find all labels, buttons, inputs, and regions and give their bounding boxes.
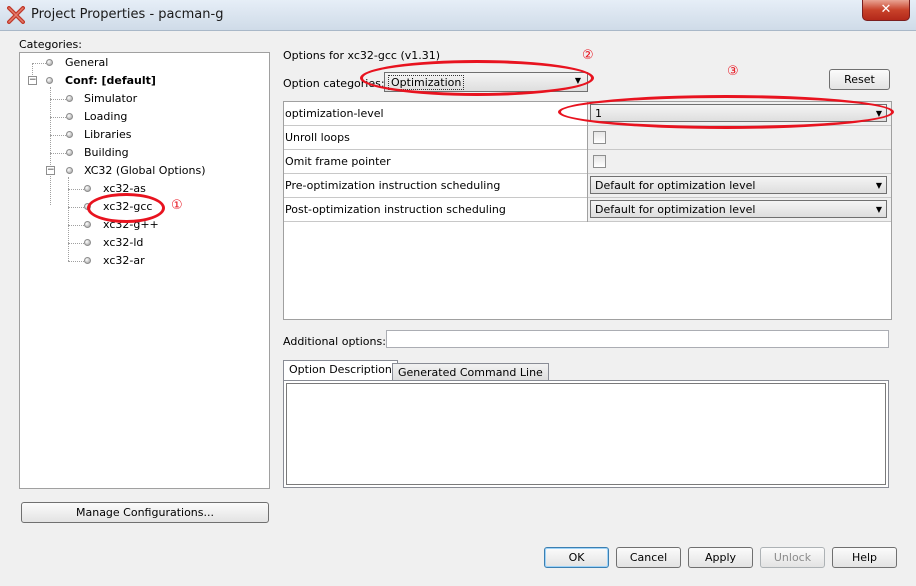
annotation-circle — [87, 193, 165, 223]
tree-item-xc32-ld[interactable]: xc32-ld — [103, 236, 143, 249]
tree-node-icon — [84, 185, 91, 192]
additional-options-label: Additional options: — [283, 335, 386, 348]
annotation-number: ① — [171, 198, 183, 213]
tree-node-icon — [66, 149, 73, 156]
netbeans-x-icon — [7, 6, 25, 24]
option-name: Unroll loops — [284, 126, 589, 150]
tab-option-description[interactable]: Option Description — [283, 360, 398, 381]
option-description-text — [286, 383, 886, 485]
cancel-button[interactable]: Cancel — [616, 547, 681, 568]
tree-node-icon — [66, 113, 73, 120]
unlock-button[interactable]: Unlock — [760, 547, 825, 568]
tree-item-simulator[interactable]: Simulator — [84, 92, 137, 105]
chevron-down-icon: ▼ — [875, 181, 882, 190]
tree-node-icon — [66, 167, 73, 174]
annotation-number: ③ — [727, 64, 739, 79]
tab-panel — [283, 380, 889, 488]
apply-button[interactable]: Apply — [688, 547, 753, 568]
option-name: Post-optimization instruction scheduling — [284, 198, 589, 222]
option-name: Pre-optimization instruction scheduling — [284, 174, 589, 198]
tree-node-icon — [66, 131, 73, 138]
tree-node-icon — [84, 221, 91, 228]
tree-node-icon — [66, 95, 73, 102]
option-name: Omit frame pointer — [284, 150, 589, 174]
tree-item-conf-default[interactable]: Conf: [default] — [65, 74, 156, 87]
manage-configurations-button[interactable]: Manage Configurations... — [21, 502, 269, 523]
window-title: Project Properties - pacman-g — [31, 7, 224, 22]
tree-node-icon — [46, 59, 53, 66]
close-window-button[interactable]: ✕ — [862, 0, 910, 21]
annotation-number: ② — [582, 48, 594, 63]
options-table: optimization-level 1 ▼ Unroll loops Omit… — [283, 101, 892, 320]
categories-tree[interactable]: General − Conf: [default] Simulator Load… — [19, 52, 270, 489]
unroll-loops-checkbox[interactable] — [593, 131, 606, 144]
categories-label: Categories: — [19, 38, 82, 51]
chevron-down-icon: ▼ — [875, 205, 882, 214]
title-bar: Project Properties - pacman-g ✕ — [0, 0, 916, 31]
pre-optimization-select[interactable]: Default for optimization level ▼ — [590, 176, 887, 194]
tree-item-libraries[interactable]: Libraries — [84, 128, 132, 141]
annotation-circle — [558, 95, 894, 129]
annotation-circle — [360, 60, 594, 96]
tree-item-xc32-global[interactable]: XC32 (Global Options) — [84, 164, 206, 177]
collapse-icon[interactable]: − — [28, 76, 37, 85]
additional-options-input[interactable] — [386, 330, 889, 348]
tree-item-xc32-ar[interactable]: xc32-ar — [103, 254, 145, 267]
help-button[interactable]: Help — [832, 547, 897, 568]
tree-item-building[interactable]: Building — [84, 146, 129, 159]
options-header: Options for xc32-gcc (v1.31) — [283, 49, 441, 62]
tree-node-icon — [84, 257, 91, 264]
tree-item-general[interactable]: General — [65, 56, 108, 69]
reset-button[interactable]: Reset — [829, 69, 890, 90]
tree-node-icon — [46, 77, 53, 84]
collapse-icon[interactable]: − — [46, 166, 55, 175]
ok-button[interactable]: OK — [544, 547, 609, 568]
tree-item-loading[interactable]: Loading — [84, 110, 127, 123]
tree-node-icon — [84, 239, 91, 246]
post-optimization-select[interactable]: Default for optimization level ▼ — [590, 200, 887, 218]
option-name: optimization-level — [284, 102, 589, 126]
omit-frame-pointer-checkbox[interactable] — [593, 155, 606, 168]
